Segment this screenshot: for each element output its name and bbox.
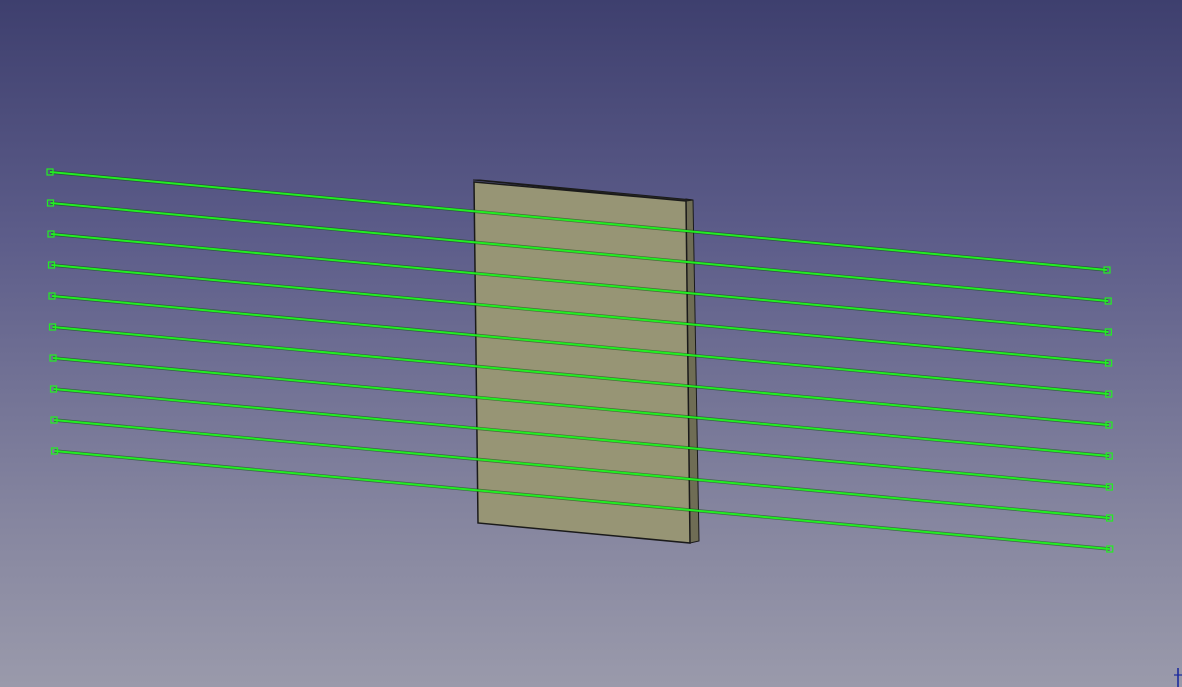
3d-viewport[interactable] [0,0,1182,687]
plate-front-face[interactable] [473,181,691,544]
plate-solid[interactable] [472,179,700,544]
axis-cross-icon [1174,668,1182,687]
scene-canvas[interactable] [0,0,1182,687]
